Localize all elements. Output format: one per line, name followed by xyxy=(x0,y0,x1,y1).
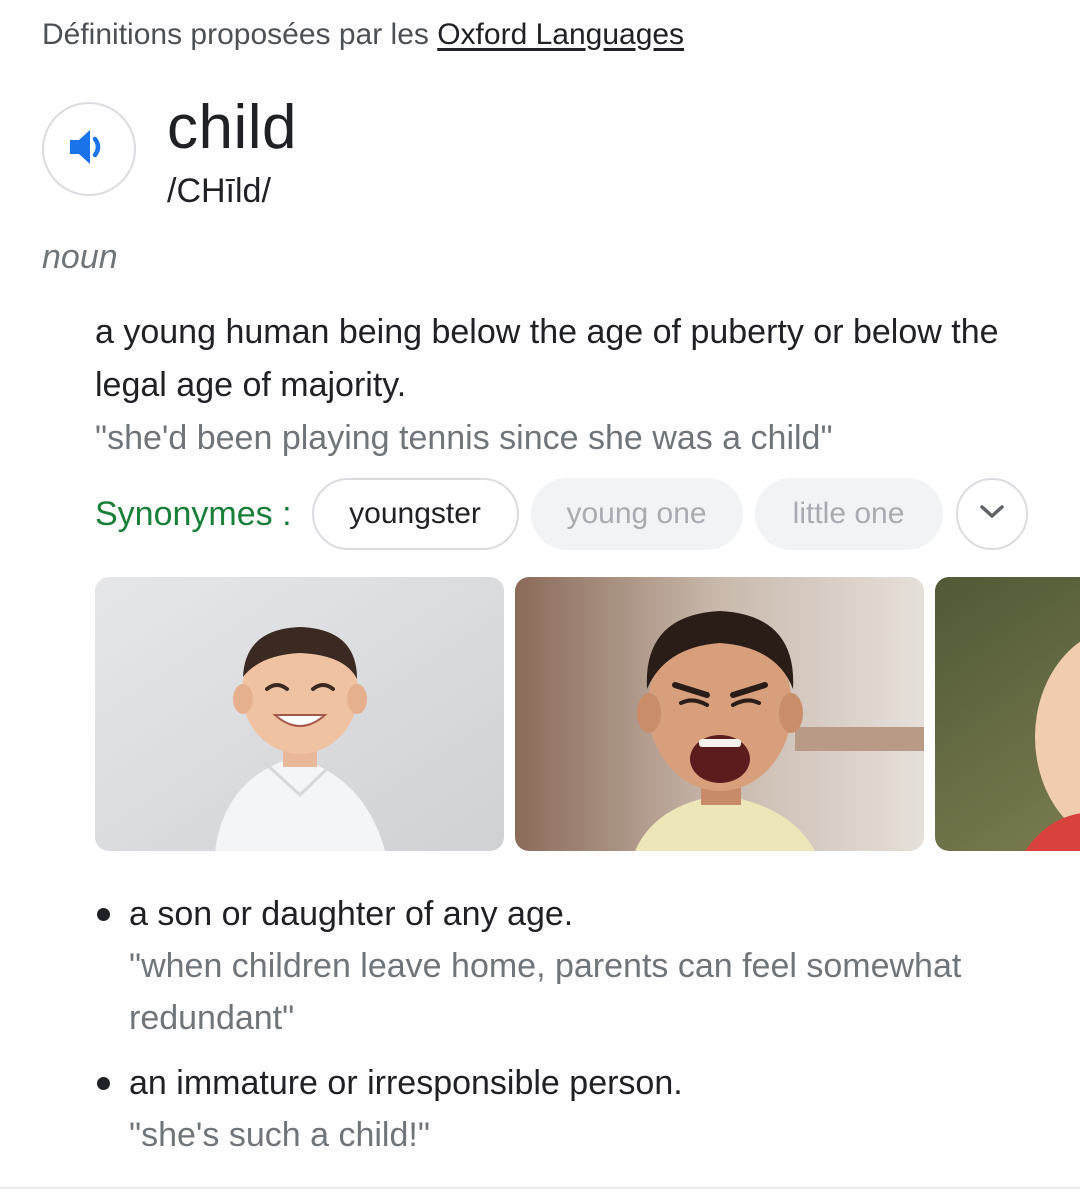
example-sentence: "she's such a child!" xyxy=(129,1116,430,1154)
definition-text: a son or daughter of any age. xyxy=(129,895,574,933)
synonyms-expand-button[interactable] xyxy=(955,478,1028,550)
image-thumbnail-baby[interactable] xyxy=(935,577,1080,851)
image-carousel[interactable] xyxy=(95,577,1080,851)
pronunciation-audio-button[interactable] xyxy=(42,102,136,196)
definition-text: a young human being below the age of pub… xyxy=(95,313,999,404)
image-thumbnail-smiling-toddler[interactable] xyxy=(95,577,504,851)
sense-item: an immature or irresponsible person. "sh… xyxy=(95,1057,1035,1161)
definition-text: an immature or irresponsible person. xyxy=(129,1064,683,1102)
example-sentence: "she'd been playing tennis since she was… xyxy=(95,419,833,457)
synonym-chip-little-one[interactable]: little one xyxy=(754,478,943,550)
chevron-down-icon xyxy=(978,503,1006,526)
headword: child xyxy=(167,93,298,162)
image-thumbnail-shouting-boy[interactable] xyxy=(515,577,924,851)
synonym-chip-young-one[interactable]: young one xyxy=(530,478,743,550)
sense-item: a son or daughter of any age. "when chil… xyxy=(95,888,1035,1044)
source-prefix: Définitions proposées par les xyxy=(42,18,438,51)
phonetic-spelling: /CHīld/ xyxy=(167,172,271,210)
speaker-icon xyxy=(68,126,110,173)
dictionary-source-line: Définitions proposées par les Oxford Lan… xyxy=(42,18,684,52)
example-sentence: "when children leave home, parents can f… xyxy=(129,947,962,1037)
synonym-chip-youngster[interactable]: youngster xyxy=(311,478,519,550)
oxford-languages-link[interactable]: Oxford Languages xyxy=(437,18,684,51)
synonyms-row: Synonymes : youngster young one little o… xyxy=(95,478,1028,550)
sense-list: a son or daughter of any age. "when chil… xyxy=(95,888,1035,1174)
part-of-speech: noun xyxy=(42,238,118,276)
sense-primary: a young human being below the age of pub… xyxy=(95,306,1035,465)
synonyms-label: Synonymes : xyxy=(95,494,292,533)
